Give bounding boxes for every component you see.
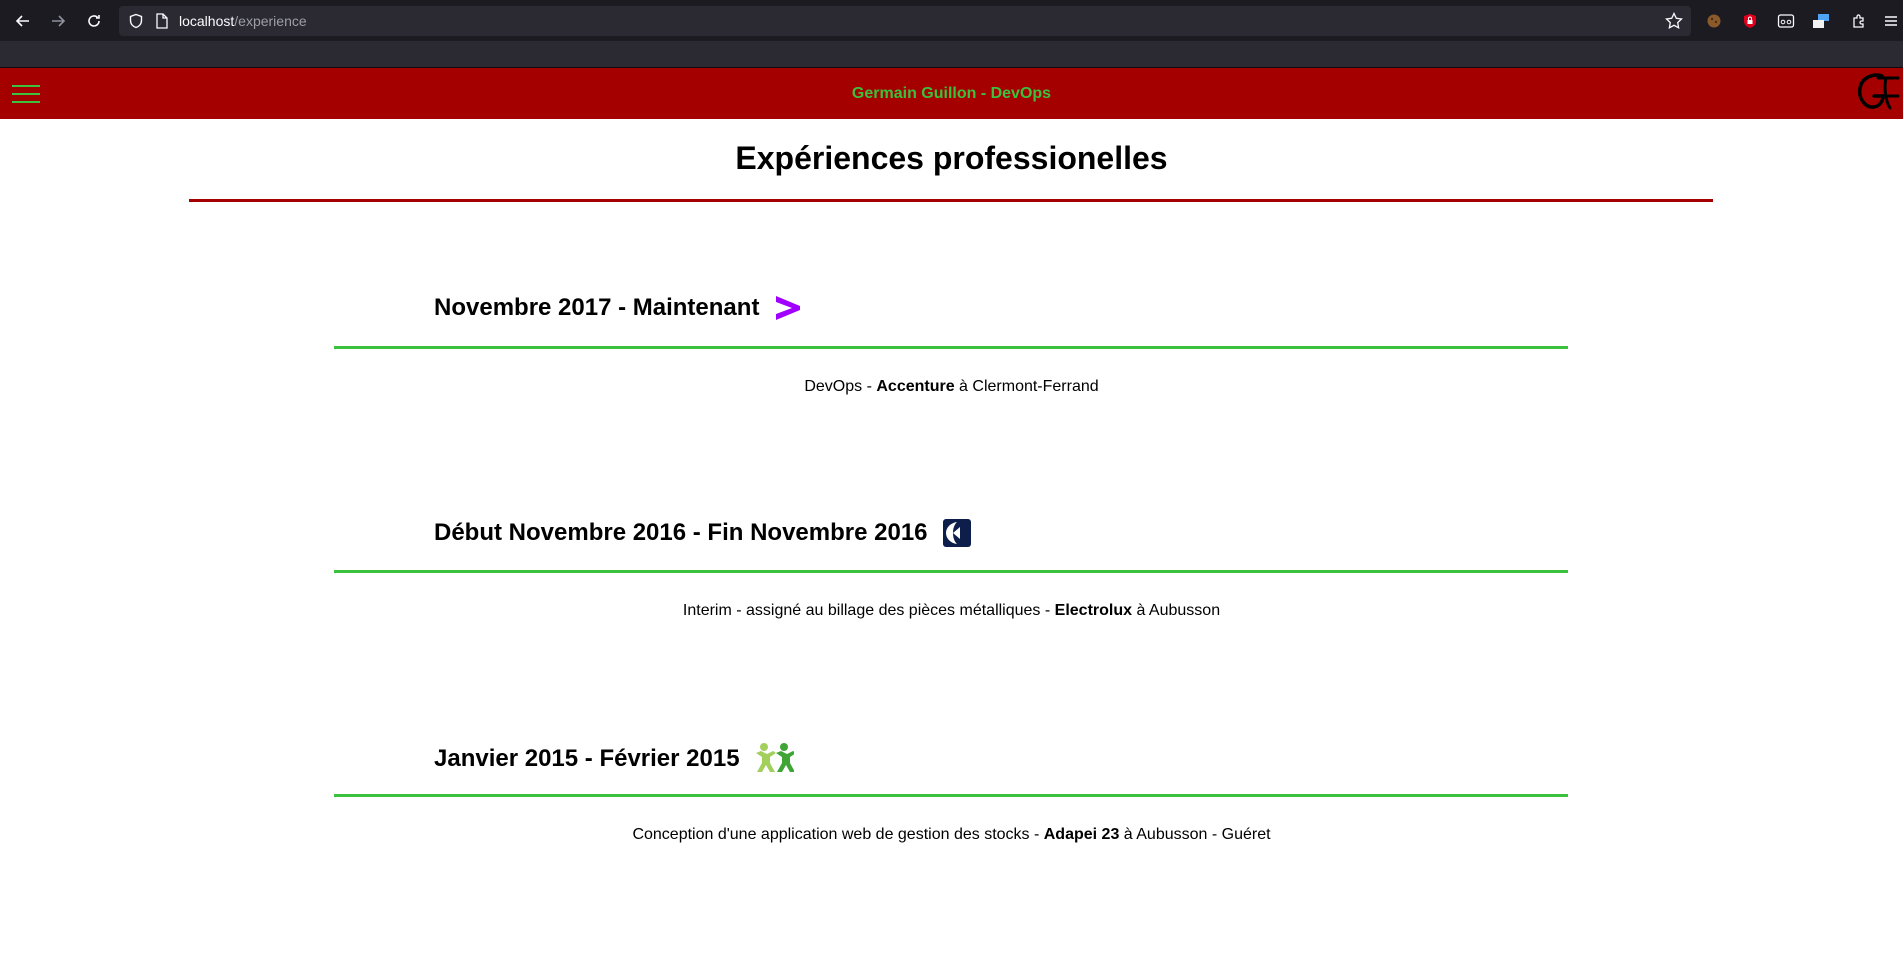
reload-button[interactable] xyxy=(81,8,107,34)
ublock-shield-icon xyxy=(1744,14,1756,28)
title-divider xyxy=(189,199,1713,202)
arrow-left-icon xyxy=(15,15,29,27)
experience-heading: Début Novembre 2016 - Fin Novembre 2016 xyxy=(434,518,972,548)
experience-location: à Clermont-Ferrand xyxy=(954,378,1099,395)
back-button[interactable] xyxy=(10,8,36,34)
url-bar[interactable]: localhost/experience xyxy=(119,6,1691,36)
gg-monogram-logo[interactable] xyxy=(1852,70,1900,118)
experience-description: DevOps - Accenture à Clermont-Ferrand xyxy=(0,378,1903,396)
url-path: /experience xyxy=(234,13,307,29)
containers-icon xyxy=(1813,14,1829,28)
experience-role: Interim - assigné au billage des pièces … xyxy=(682,602,1055,619)
puzzle-icon xyxy=(1853,14,1864,28)
experience-description: Conception d'une application web de gest… xyxy=(0,826,1903,844)
experience-period: Novembre 2017 - Maintenant xyxy=(434,294,760,321)
extension-ublock-button[interactable] xyxy=(1737,8,1763,34)
browser-tab-strip xyxy=(0,41,1903,68)
experience-divider xyxy=(334,570,1568,573)
experience-company: Electrolux xyxy=(1054,602,1133,619)
accenture-logo xyxy=(773,294,803,322)
extension-reader-button[interactable] xyxy=(1773,8,1799,34)
experience-divider xyxy=(334,346,1568,349)
browser-toolbar: localhost/experience xyxy=(0,0,1903,41)
electrolux-logo xyxy=(942,518,972,548)
app-menu-button[interactable] xyxy=(1878,8,1903,34)
bookmark-star-icon[interactable] xyxy=(1665,12,1683,30)
experience-company: Accenture xyxy=(876,378,955,395)
forward-button[interactable] xyxy=(45,8,71,34)
reload-icon xyxy=(88,15,100,27)
experience-heading: Novembre 2017 - Maintenant xyxy=(434,294,803,322)
experience-heading: Janvier 2015 - Février 2015 xyxy=(434,742,794,776)
experience-company: Adapei 23 xyxy=(1043,826,1120,843)
extensions-button[interactable] xyxy=(1846,8,1872,34)
cookie-icon xyxy=(1707,14,1721,28)
url-text: localhost/experience xyxy=(179,13,307,29)
glasses-icon xyxy=(1777,14,1795,28)
experience-role: Conception d'une application web de gest… xyxy=(632,826,1044,843)
extension-containers-button[interactable] xyxy=(1808,8,1834,34)
url-host: localhost xyxy=(179,13,235,29)
experience-location: à Aubusson xyxy=(1132,602,1221,619)
experience-period: Début Novembre 2016 - Fin Novembre 2016 xyxy=(434,519,928,546)
menu-icon xyxy=(1885,16,1897,26)
experience-divider xyxy=(334,794,1568,797)
arrow-right-icon xyxy=(52,15,66,27)
page-icon xyxy=(156,13,168,29)
experience-description: Interim - assigné au billage des pièces … xyxy=(0,602,1903,620)
experience-period: Janvier 2015 - Février 2015 xyxy=(434,745,740,772)
adapei-logo xyxy=(754,742,794,776)
experience-location: à Aubusson - Guéret xyxy=(1119,826,1271,843)
shield-icon xyxy=(129,13,143,29)
site-header: Germain Guillon - DevOps xyxy=(0,68,1903,119)
experience-role: DevOps - xyxy=(804,378,877,395)
page-title: Expériences professionelles xyxy=(735,140,1168,176)
extension-cookie-button[interactable] xyxy=(1701,8,1727,34)
site-title[interactable]: Germain Guillon - DevOps xyxy=(0,85,1903,103)
